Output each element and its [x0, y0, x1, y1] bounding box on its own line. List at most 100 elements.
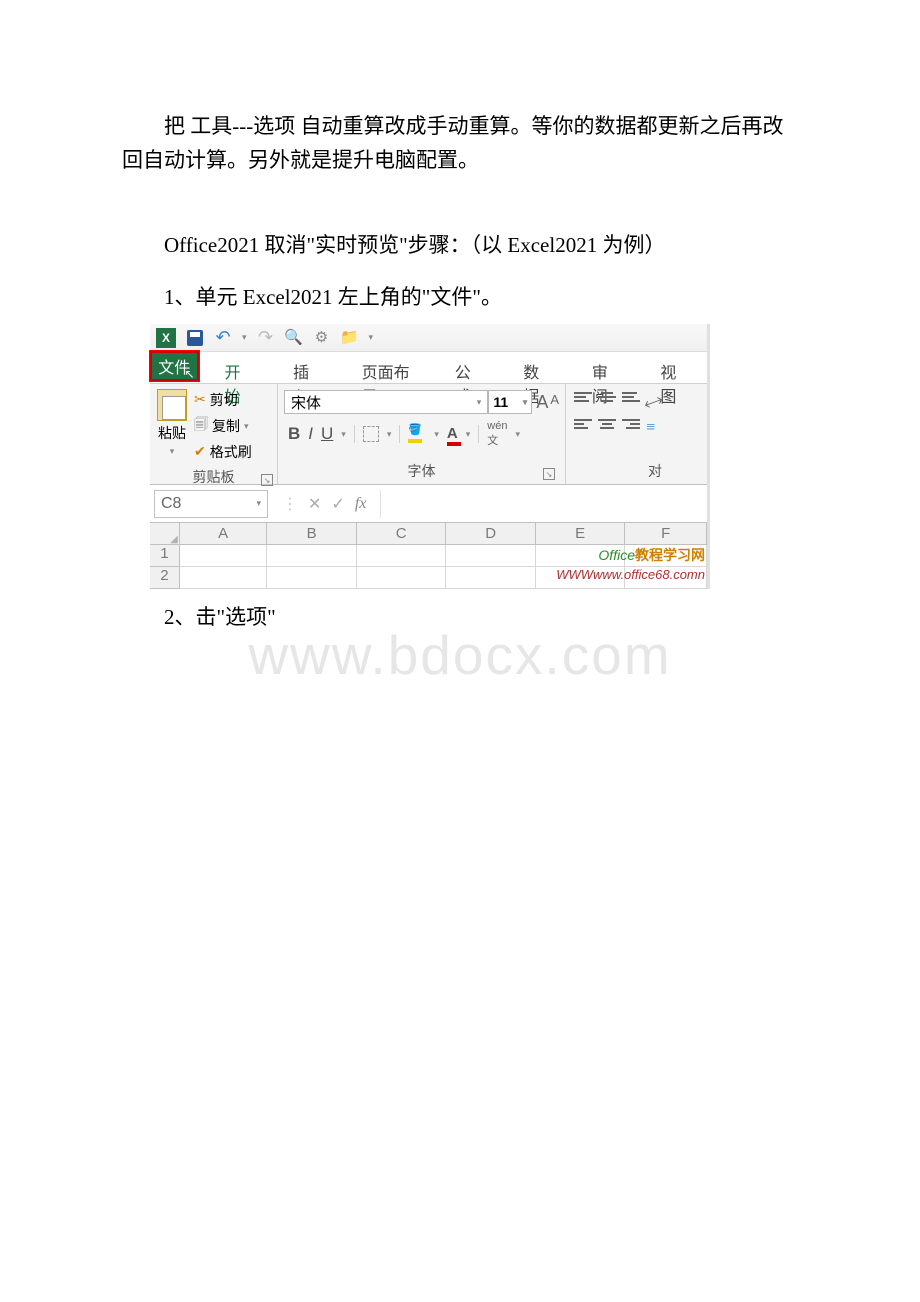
decrease-indent-icon[interactable]: ≡: [646, 419, 655, 437]
align-center-icon[interactable]: [598, 419, 616, 433]
file-tab[interactable]: 文件: [150, 351, 199, 381]
cell[interactable]: [625, 545, 707, 567]
name-box-value: C8: [161, 495, 181, 513]
excel-logo-icon: X: [156, 328, 176, 348]
home-tab[interactable]: 开始: [203, 352, 272, 383]
cell[interactable]: [446, 545, 536, 567]
cut-label: 剪切: [210, 390, 238, 410]
column-headers: A B C D E F: [150, 523, 707, 545]
formula-bar: C8 ▾ ⋮ ✕ ✓ fx: [150, 485, 707, 523]
excel-screenshot: X ↶ ▾ ↷ 🔍 ⚙ 📁 ▾ 文件 开始 插入 页面布局 公式 数据 审阅 视…: [150, 324, 710, 589]
border-dropdown-icon[interactable]: ▾: [387, 429, 392, 440]
font-group-label: 字体 ↘: [284, 458, 559, 484]
qat-customize-icon[interactable]: ▾: [369, 332, 374, 343]
col-header[interactable]: F: [625, 523, 707, 545]
font-color-icon[interactable]: A: [447, 425, 458, 444]
format-painter-button[interactable]: ✔ 格式刷: [194, 440, 277, 464]
copy-label: 复制: [212, 416, 240, 436]
ribbon-content: 粘贴 ▾ ✂ 剪切 🗐 复制 ▾: [150, 384, 707, 485]
col-header[interactable]: A: [180, 523, 268, 545]
border-icon[interactable]: [363, 426, 379, 442]
paste-button[interactable]: 粘贴 ▾: [150, 387, 194, 461]
redo-icon[interactable]: ↷: [257, 329, 275, 347]
fill-color-icon[interactable]: [408, 427, 426, 441]
select-all-corner[interactable]: [150, 523, 180, 545]
align-left-icon[interactable]: [574, 419, 592, 433]
font-launcher-icon[interactable]: ↘: [543, 468, 555, 480]
underline-button[interactable]: U: [321, 424, 333, 444]
insert-tab[interactable]: 插入: [271, 352, 340, 383]
qat-tool-icon[interactable]: ⚙: [313, 329, 331, 347]
cell[interactable]: [536, 567, 626, 589]
cut-icon: ✂: [194, 392, 206, 409]
align-middle-icon[interactable]: [598, 392, 616, 406]
font-name-value: 宋体: [291, 392, 321, 413]
phonetic-dropdown-icon[interactable]: ▾: [515, 429, 520, 440]
font-size-dropdown-icon: ▾: [523, 397, 528, 408]
enter-icon[interactable]: ✓: [331, 494, 344, 514]
page-watermark: www.bdocx.com: [0, 623, 920, 687]
cell[interactable]: [536, 545, 626, 567]
col-header[interactable]: D: [446, 523, 536, 545]
undo-icon[interactable]: ↶: [214, 329, 232, 347]
bold-button[interactable]: B: [288, 424, 300, 444]
cut-button[interactable]: ✂ 剪切: [194, 388, 277, 412]
italic-button[interactable]: I: [308, 424, 313, 444]
spreadsheet-grid: A B C D E F 1 Office教程学习网 2: [150, 523, 707, 589]
review-tab[interactable]: 审阅: [570, 352, 639, 383]
shrink-font-icon[interactable]: A: [550, 392, 559, 413]
phonetic-icon[interactable]: wén文: [487, 420, 507, 448]
open-folder-icon[interactable]: 📁: [341, 329, 359, 347]
save-icon[interactable]: [186, 329, 204, 347]
brush-icon: ✔: [194, 444, 206, 461]
font-name-dropdown-icon: ▾: [477, 397, 482, 408]
fontcolor-dropdown-icon[interactable]: ▾: [466, 429, 471, 440]
view-tab[interactable]: 视图: [638, 352, 707, 383]
fill-dropdown-icon[interactable]: ▾: [434, 429, 439, 440]
cancel-icon[interactable]: ✕: [308, 494, 321, 514]
row-header[interactable]: 1: [150, 545, 180, 567]
name-box[interactable]: C8 ▾: [154, 490, 268, 518]
cell[interactable]: [180, 567, 268, 589]
grow-font-icon[interactable]: A: [536, 392, 548, 413]
layout-tab[interactable]: 页面布局: [340, 352, 433, 383]
copy-button[interactable]: 🗐 复制 ▾: [194, 412, 277, 440]
col-header[interactable]: E: [536, 523, 626, 545]
cell[interactable]: [357, 567, 447, 589]
font-name-combo[interactable]: 宋体 ▾: [284, 390, 488, 414]
formula-tab[interactable]: 公式: [433, 352, 502, 383]
clipboard-launcher-icon[interactable]: ↘: [261, 474, 273, 486]
fx-icon[interactable]: fx: [355, 495, 367, 513]
cell[interactable]: [267, 567, 357, 589]
print-preview-icon[interactable]: 🔍: [285, 329, 303, 347]
document-body: 把 工具---选项 自动重算改成手动重算。等你的数据都更新之后再改回自动计算。另…: [0, 0, 920, 635]
paste-dropdown-icon[interactable]: ▾: [170, 446, 175, 456]
copy-dropdown-icon[interactable]: ▾: [244, 421, 249, 432]
font-size-combo[interactable]: 11 ▾: [488, 390, 532, 414]
cell[interactable]: [446, 567, 536, 589]
formula-controls: ⋮ ✕ ✓ fx: [268, 490, 381, 518]
clipboard-group-label: 剪贴板 ↘: [150, 464, 277, 490]
underline-dropdown-icon[interactable]: ▾: [341, 429, 346, 440]
col-header[interactable]: B: [267, 523, 357, 545]
name-box-dropdown-icon[interactable]: ▾: [256, 498, 261, 509]
format-painter-label: 格式刷: [210, 442, 252, 462]
table-row: 2 WWWwww.office68.comn: [150, 567, 707, 589]
col-header[interactable]: C: [357, 523, 447, 545]
orientation-icon[interactable]: ⤢: [642, 390, 664, 415]
align-right-icon[interactable]: [622, 419, 640, 433]
align-bottom-icon[interactable]: [622, 392, 640, 406]
data-tab[interactable]: 数据: [501, 352, 570, 383]
cell[interactable]: [267, 545, 357, 567]
table-row: 1 Office教程学习网: [150, 545, 707, 567]
row-header[interactable]: 2: [150, 567, 180, 589]
clipboard-tools: ✂ 剪切 🗐 复制 ▾ ✔ 格式刷: [194, 384, 277, 464]
cell[interactable]: [180, 545, 268, 567]
paragraph-1: 把 工具---选项 自动重算改成手动重算。等你的数据都更新之后再改回自动计算。另…: [122, 110, 798, 177]
align-top-icon[interactable]: [574, 392, 592, 406]
cell[interactable]: [357, 545, 447, 567]
cell[interactable]: [625, 567, 707, 589]
undo-dropdown-icon[interactable]: ▾: [242, 332, 247, 343]
alignment-group-label: 对: [574, 458, 666, 484]
font-size-value: 11: [493, 394, 508, 410]
